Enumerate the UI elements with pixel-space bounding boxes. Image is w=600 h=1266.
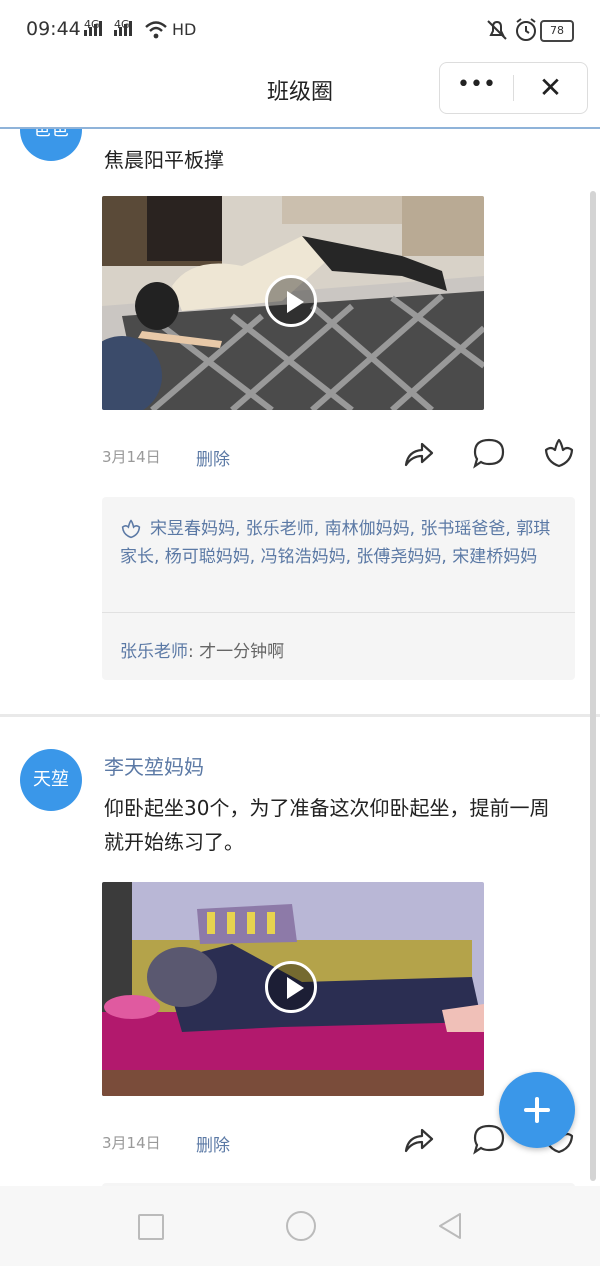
- scrollbar[interactable]: [590, 191, 596, 1181]
- interaction-panel: 宋昱春妈妈, 张乐老师, 南林伽妈妈, 张书瑶爸爸, 郭琪家长, 杨可聪妈妈, …: [102, 497, 575, 680]
- comment-colon: :: [188, 642, 200, 662]
- post-date: 3月14日: [102, 1134, 161, 1152]
- video-thumbnail[interactable]: [102, 882, 484, 1096]
- close-button[interactable]: ✕: [514, 63, 587, 113]
- back-icon[interactable]: [436, 1211, 464, 1241]
- home-icon[interactable]: [286, 1211, 316, 1241]
- title-bar: 班级圈 ••• ✕: [0, 60, 600, 129]
- more-button[interactable]: •••: [440, 63, 513, 113]
- post-divider: [0, 714, 600, 717]
- avatar[interactable]: 爸爸: [20, 129, 82, 161]
- hd-label: HD: [172, 20, 197, 39]
- comment-item[interactable]: 张乐老师: 才一分钟啊: [120, 637, 284, 662]
- play-button[interactable]: [265, 961, 317, 1013]
- delete-button[interactable]: 删除: [196, 445, 230, 470]
- avatar[interactable]: 天堃: [20, 749, 82, 811]
- add-post-button[interactable]: [499, 1072, 575, 1148]
- comment-author[interactable]: 张乐老师: [120, 642, 188, 662]
- comment-text: 才一分钟啊: [199, 642, 285, 662]
- video-thumbnail[interactable]: [102, 196, 484, 410]
- post-text: 仰卧起坐30个，为了准备这次仰卧起坐，提前一周就开始练习了。: [104, 796, 550, 854]
- system-nav-bar: [0, 1186, 600, 1266]
- battery-indicator: 78: [540, 20, 574, 42]
- like-icon[interactable]: [542, 436, 576, 470]
- share-icon[interactable]: [402, 1122, 436, 1156]
- menu-capsule: ••• ✕: [439, 62, 588, 114]
- post-date: 3月14日: [102, 448, 161, 466]
- share-icon[interactable]: [402, 436, 436, 470]
- author-name[interactable]: 李天堃妈妈: [104, 751, 204, 780]
- wifi-icon: [145, 21, 167, 39]
- like-small-icon: [121, 519, 141, 539]
- recents-icon[interactable]: [138, 1214, 164, 1240]
- alarm-icon: [516, 18, 536, 41]
- comment-icon[interactable]: [472, 436, 506, 470]
- comment-icon[interactable]: [472, 1122, 506, 1156]
- mute-icon: [487, 20, 507, 40]
- feed: 爸爸 焦晨阳平板撑 3月14日 删除 宋昱春妈妈, 张乐老师, 南林伽妈妈, 张…: [0, 129, 600, 1186]
- status-time: 09:44: [26, 18, 81, 40]
- delete-button[interactable]: 删除: [196, 1131, 230, 1156]
- likers-names: 宋昱春妈妈, 张乐老师, 南林伽妈妈, 张书瑶爸爸, 郭琪家长, 杨可聪妈妈, …: [120, 519, 551, 567]
- likers-list: 宋昱春妈妈, 张乐老师, 南林伽妈妈, 张书瑶爸爸, 郭琪家长, 杨可聪妈妈, …: [120, 515, 560, 571]
- comment-divider: [102, 612, 575, 613]
- play-button[interactable]: [265, 275, 317, 327]
- status-bar: 09:44 4G 4G HD 78: [0, 0, 600, 60]
- post-text: 焦晨阳平板撑: [104, 148, 224, 172]
